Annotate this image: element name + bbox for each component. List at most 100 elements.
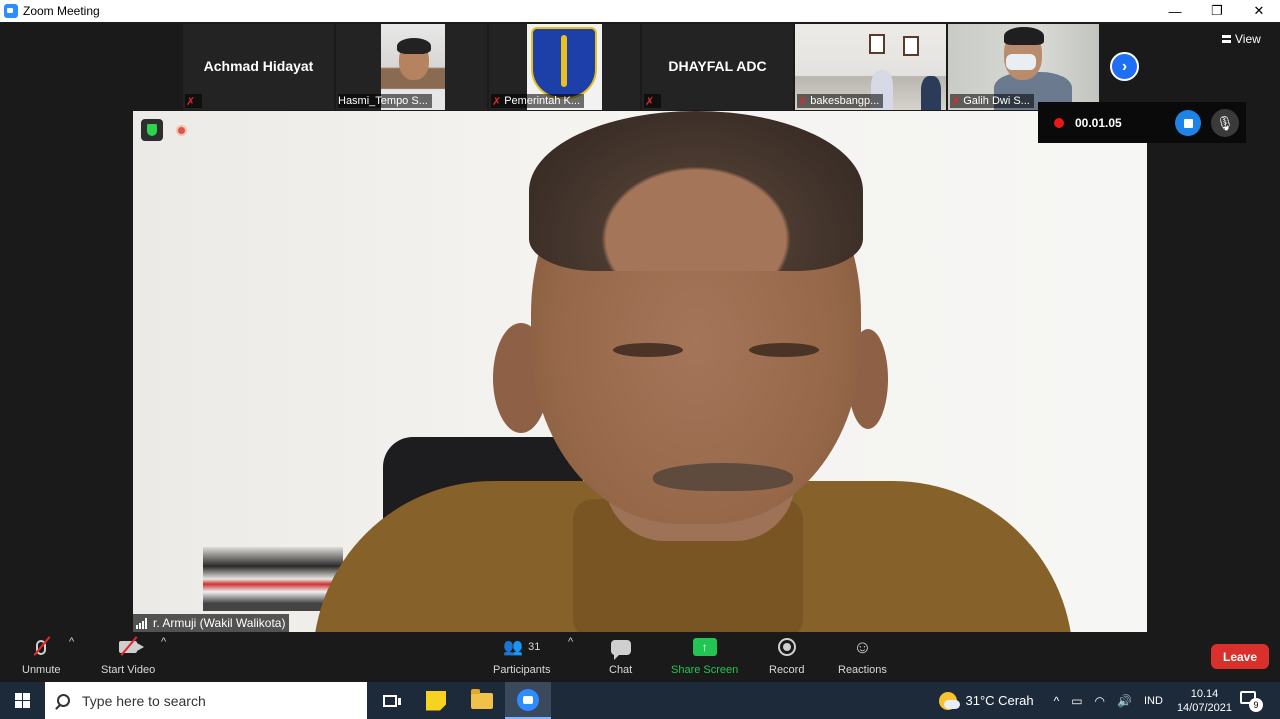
participant-name: Hasmi_Tempo S...: [338, 95, 428, 107]
participant-label: ✗: [185, 94, 203, 108]
unmute-button[interactable]: Unmute: [22, 636, 61, 676]
wall-frame: [903, 36, 919, 56]
notification-badge: 9: [1249, 697, 1263, 712]
microphone-icon[interactable]: 🎙: [1211, 109, 1239, 137]
hair: [529, 111, 863, 271]
participant-name: Pemerintah K...: [504, 95, 581, 107]
restore-button[interactable]: ❐: [1196, 0, 1238, 22]
signal-bars-icon: [136, 617, 147, 629]
chat-icon: [610, 639, 631, 660]
participants-button[interactable]: 👥 31 Participants: [493, 636, 550, 676]
zoom-taskbar-button[interactable]: [505, 682, 551, 719]
share-screen-label: Share Screen: [671, 664, 739, 676]
windows-taskbar: 31°C Cerah ^ ▭ ◠ 🔊 IND 10.14 14/07/2021 …: [0, 682, 1280, 719]
face-mask: [1006, 54, 1036, 70]
wifi-icon[interactable]: ◠: [1095, 694, 1105, 708]
reactions-label: Reactions: [838, 664, 887, 676]
battery-icon[interactable]: ▭: [1071, 694, 1082, 708]
participant-tile-galih[interactable]: ✗ Galih Dwi S...: [948, 24, 1099, 110]
mustache: [653, 463, 793, 491]
mic-muted-icon: ✗: [798, 95, 808, 108]
video-options-chevron-icon[interactable]: ^: [161, 636, 166, 648]
hair: [397, 38, 431, 54]
eye: [749, 343, 819, 357]
next-page-button[interactable]: ›: [1110, 52, 1139, 81]
file-explorer-button[interactable]: [459, 682, 505, 719]
mic-muted-icon: ✗: [186, 95, 196, 108]
minimize-button[interactable]: —: [1154, 0, 1196, 22]
participant-label: ✗ bakesbangp...: [797, 94, 884, 108]
record-button[interactable]: Record: [769, 636, 804, 676]
eye: [613, 343, 683, 357]
clock-date: 14/07/2021: [1176, 701, 1232, 714]
wall-frame: [869, 34, 885, 54]
mic-muted-icon: [33, 636, 51, 658]
zoom-icon: [517, 688, 539, 711]
participants-options-chevron-icon[interactable]: ^: [568, 636, 573, 648]
speaker-name-label: r. Armuji (Wakil Walikota): [133, 614, 290, 632]
clock-time: 10.14: [1190, 687, 1219, 700]
close-button[interactable]: ✕: [1238, 0, 1280, 22]
leave-button[interactable]: Leave: [1211, 644, 1269, 669]
title-bar: Zoom Meeting — ❐ ✕: [0, 0, 1280, 22]
search-input[interactable]: [82, 692, 342, 709]
participant-tile-hasmi[interactable]: Hasmi_Tempo S...: [336, 24, 487, 110]
recording-panel: 00.01.05 🎙: [1038, 102, 1246, 143]
mic-muted-icon: ✗: [645, 95, 655, 108]
start-button[interactable]: [0, 682, 45, 719]
recording-dot-icon: [1054, 117, 1064, 128]
speaker-icon[interactable]: 🔊: [1117, 694, 1132, 708]
reactions-button[interactable]: ☺ Reactions: [838, 636, 887, 677]
participant-label: ✗ Galih Dwi S...: [950, 94, 1034, 108]
smiley-plus-icon: ☺: [853, 636, 872, 657]
participant-tile-achmad[interactable]: Achmad Hidayat ✗: [183, 24, 334, 110]
participant-label: ✗: [644, 94, 662, 108]
chat-button[interactable]: Chat: [609, 636, 632, 676]
share-screen-icon: ↑: [692, 638, 717, 656]
system-tray: 31°C Cerah ^ ▭ ◠ 🔊 IND 10.14 14/07/2021 …: [939, 682, 1280, 719]
grid-icon: [1222, 35, 1231, 43]
participants-icon: 👥: [503, 639, 523, 656]
speaker-name: r. Armuji (Wakil Walikota): [153, 616, 286, 630]
person: [921, 76, 941, 110]
window-title: Zoom Meeting: [23, 4, 100, 18]
recording-indicator-icon: [176, 125, 187, 136]
unmute-label: Unmute: [22, 664, 61, 676]
participant-name: bakesbangp...: [810, 95, 880, 107]
window-controls: — ❐ ✕: [1154, 0, 1280, 22]
chevron-up-icon[interactable]: ^: [1054, 694, 1060, 708]
record-icon: [777, 638, 796, 656]
task-view-button[interactable]: [367, 682, 413, 719]
notifications-button[interactable]: 9: [1240, 690, 1266, 712]
meeting-area: Achmad Hidayat ✗ Hasmi_Tempo S... ✗ Peme…: [0, 22, 1280, 632]
weather-text[interactable]: 31°C Cerah: [965, 693, 1033, 708]
weather-icon[interactable]: [939, 691, 961, 710]
active-speaker-video[interactable]: r. Armuji (Wakil Walikota): [133, 111, 1147, 632]
security-shield-icon[interactable]: [141, 119, 163, 141]
folder-icon: [471, 688, 493, 709]
participant-tile-bakesbang[interactable]: ✗ bakesbangp...: [795, 24, 946, 110]
stop-recording-button[interactable]: [1175, 110, 1201, 136]
view-label: View: [1235, 32, 1261, 46]
participant-strip: Achmad Hidayat ✗ Hasmi_Tempo S... ✗ Peme…: [183, 24, 1099, 110]
record-label: Record: [769, 664, 805, 676]
zoom-app-icon: [4, 4, 18, 18]
start-video-button[interactable]: Start Video: [101, 636, 155, 676]
sticky-notes-button[interactable]: [413, 682, 459, 719]
clock[interactable]: 10.14 14/07/2021: [1177, 687, 1232, 715]
view-button[interactable]: View: [1222, 32, 1261, 46]
participant-label: ✗ Pemerintah K...: [491, 94, 585, 108]
mic-muted-icon: ✗: [951, 95, 961, 108]
task-view-icon: [383, 694, 401, 707]
city-seal-logo: [531, 27, 597, 99]
video-off-icon: [119, 636, 145, 658]
participant-tile-dhayfal[interactable]: DHAYFAL ADC ✗: [642, 24, 793, 110]
participant-tile-pemerintah[interactable]: ✗ Pemerintah K...: [489, 24, 640, 110]
sticky-notes-icon: [426, 690, 446, 711]
share-screen-button[interactable]: ↑ Share Screen: [671, 636, 738, 676]
windows-logo-icon: [15, 693, 30, 708]
participant-name: Achmad Hidayat: [203, 58, 314, 74]
audio-options-chevron-icon[interactable]: ^: [69, 636, 74, 648]
taskbar-search[interactable]: [45, 682, 367, 719]
language-indicator[interactable]: IND: [1144, 695, 1163, 707]
